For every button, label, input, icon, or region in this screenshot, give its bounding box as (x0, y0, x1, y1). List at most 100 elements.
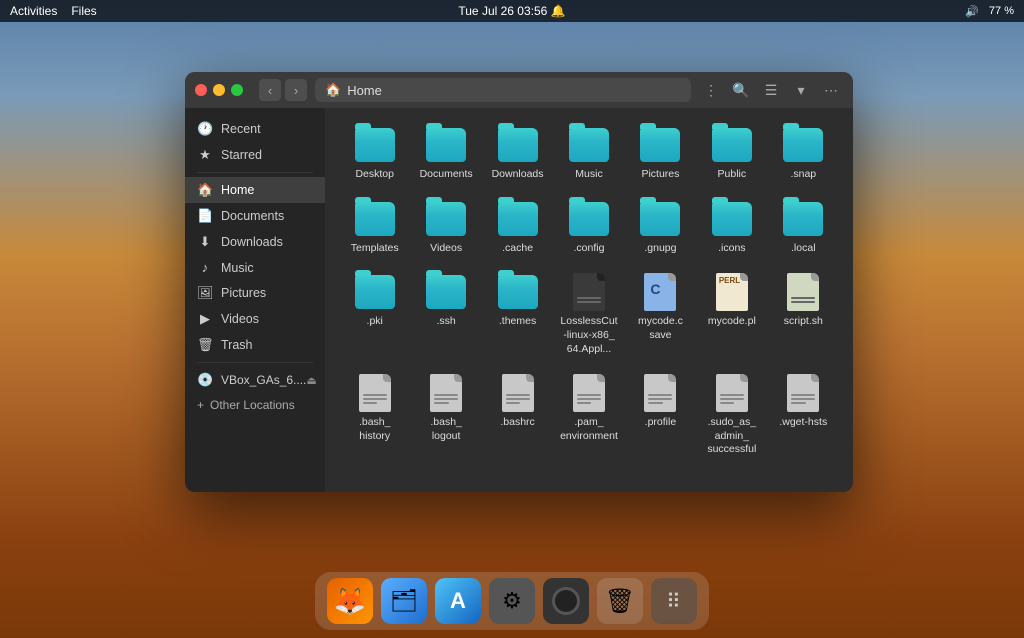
file-item[interactable]: Public (698, 120, 765, 188)
menu-dots-button[interactable]: ⋮ (699, 78, 723, 102)
file-grid-area: Desktop Documents Downloads Music Pictures Pu… (325, 108, 853, 492)
other-locations-label: Other Locations (210, 398, 295, 412)
sidebar-other-locations[interactable]: + Other Locations (185, 393, 325, 417)
sidebar-label-documents: Documents (221, 209, 284, 223)
forward-button[interactable]: › (285, 79, 307, 101)
file-item[interactable]: .wget-hsts (770, 368, 837, 463)
sidebar-item-home[interactable]: 🏠 Home (185, 177, 325, 203)
file-name-label: Pictures (641, 168, 679, 182)
file-icon-folder (639, 200, 681, 238)
trash-dock-icon: 🗑 (605, 587, 635, 616)
file-item[interactable]: .icons (698, 194, 765, 262)
titlebar: ‹ › 🏠 Home ⋮ 🔍 ☰ ▾ ⋯ (185, 72, 853, 108)
file-item[interactable]: Templates (341, 194, 408, 262)
file-item[interactable]: C mycode.c​save (627, 267, 694, 362)
sidebar-item-starred[interactable]: ★ Starred (185, 142, 325, 168)
settings-icon: ⚙ (502, 588, 522, 614)
back-button[interactable]: ‹ (259, 79, 281, 101)
file-name-label: .config (574, 242, 605, 256)
file-name-label: Downloads (492, 168, 544, 182)
videos-icon: ▶ (197, 311, 213, 327)
close-button[interactable] (195, 84, 207, 96)
file-icon-doc (711, 374, 753, 412)
main-content: 🕐 Recent ★ Starred 🏠 Home 📄 Documents ⬇ … (185, 108, 853, 492)
search-button[interactable]: 🔍 (729, 78, 753, 102)
file-name-label: Videos (430, 242, 462, 256)
file-name-label: .themes (499, 315, 536, 329)
sidebar-item-trash[interactable]: 🗑 Trash (185, 332, 325, 358)
file-item[interactable]: .bash_​logout (412, 368, 479, 463)
dock-camera[interactable] (543, 578, 589, 624)
file-name-label: .sudo_as_​admin_​successful (702, 416, 761, 457)
file-name-label: .snap (790, 168, 816, 182)
pictures-icon: 🖼 (197, 285, 213, 301)
topbar-audio-icon[interactable]: 🔊 (965, 5, 979, 18)
file-item[interactable]: .profile (627, 368, 694, 463)
sidebar-label-recent: Recent (221, 122, 261, 136)
file-item[interactable]: .sudo_as_​admin_​successful (698, 368, 765, 463)
topbar-battery: 77 % (989, 5, 1014, 17)
sidebar-item-recent[interactable]: 🕐 Recent (185, 116, 325, 142)
file-icon-folder (354, 126, 396, 164)
sidebar-item-music[interactable]: ♪ Music (185, 255, 325, 280)
file-item[interactable]: .bash_​history (341, 368, 408, 463)
sidebar-item-downloads[interactable]: ⬇ Downloads (185, 229, 325, 255)
titlebar-nav: ‹ › (259, 79, 307, 101)
file-name-label: mycode.pl (708, 315, 756, 329)
file-icon-folder (497, 200, 539, 238)
minimize-button[interactable] (213, 84, 225, 96)
file-item[interactable]: .bashrc (484, 368, 551, 463)
dock-firefox[interactable]: 🦊 (327, 578, 373, 624)
file-item[interactable]: .snap (770, 120, 837, 188)
file-item[interactable]: Documents (412, 120, 479, 188)
sidebar-item-pictures[interactable]: 🖼 Pictures (185, 280, 325, 306)
file-icon-folder (425, 273, 467, 311)
dock-appstore[interactable]: A (435, 578, 481, 624)
file-name-label: .ssh (437, 315, 456, 329)
file-name-label: mycode.c​save (631, 315, 690, 342)
file-item[interactable]: script.sh (770, 267, 837, 362)
topbar-activities[interactable]: Activities (10, 4, 57, 18)
file-item[interactable]: Downloads (484, 120, 551, 188)
file-name-label: .local (791, 242, 816, 256)
topbar-app-name[interactable]: Files (71, 4, 96, 18)
sidebar-item-documents[interactable]: 📄 Documents (185, 203, 325, 229)
sidebar-item-vbox[interactable]: 💿 VBox_GAs_6.... ⏏ (185, 367, 325, 393)
file-icon-folder (497, 273, 539, 311)
home-icon: 🏠 (197, 182, 213, 198)
file-icon-folder (782, 126, 824, 164)
file-icon-doc (782, 374, 824, 412)
appstore-icon: A (450, 588, 466, 614)
file-item[interactable]: .config (555, 194, 622, 262)
file-item[interactable]: Pictures (627, 120, 694, 188)
eject-icon[interactable]: ⏏ (306, 374, 316, 387)
file-icon-folder (782, 200, 824, 238)
more-button[interactable]: ⋯ (819, 78, 843, 102)
view-list-button[interactable]: ☰ (759, 78, 783, 102)
file-item[interactable]: .ssh (412, 267, 479, 362)
file-item[interactable]: .themes (484, 267, 551, 362)
file-item[interactable]: LosslessCut‑linux‑x86_​64.Appl... (555, 267, 622, 362)
file-item[interactable]: PERL mycode.pl (698, 267, 765, 362)
dock-grid[interactable]: ⠿ (651, 578, 697, 624)
file-item[interactable]: Music (555, 120, 622, 188)
file-grid: Desktop Documents Downloads Music Pictures Pu… (341, 120, 837, 463)
dock-trash[interactable]: 🗑 (597, 578, 643, 624)
file-item[interactable]: .pki (341, 267, 408, 362)
file-item[interactable]: .local (770, 194, 837, 262)
file-icon-doc (497, 374, 539, 412)
file-icon-folder (568, 200, 610, 238)
file-name-label: Documents (420, 168, 473, 182)
maximize-button[interactable] (231, 84, 243, 96)
sidebar-item-videos[interactable]: ▶ Videos (185, 306, 325, 332)
file-item[interactable]: .gnupg (627, 194, 694, 262)
file-item[interactable]: .pam_​environ​ment (555, 368, 622, 463)
file-item[interactable]: Desktop (341, 120, 408, 188)
file-icon-doc (568, 374, 610, 412)
sidebar-label-downloads: Downloads (221, 235, 283, 249)
dock-finder[interactable]: 🗂 (381, 578, 427, 624)
file-item[interactable]: .cache (484, 194, 551, 262)
dock-settings[interactable]: ⚙ (489, 578, 535, 624)
view-options-button[interactable]: ▾ (789, 78, 813, 102)
file-item[interactable]: Videos (412, 194, 479, 262)
